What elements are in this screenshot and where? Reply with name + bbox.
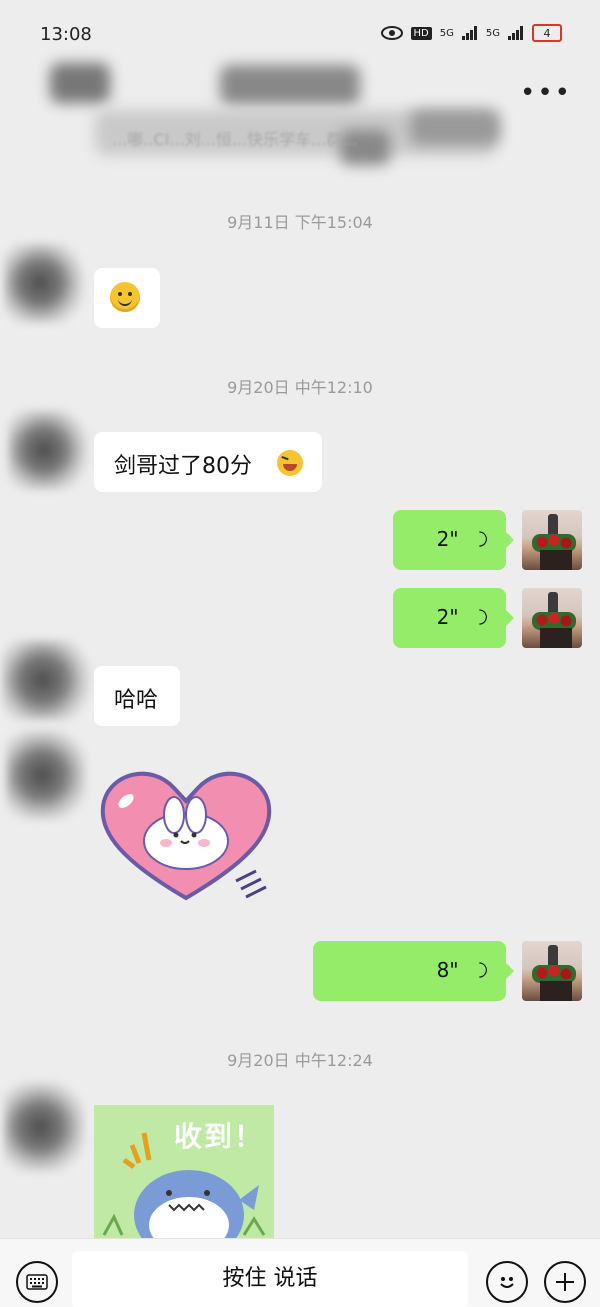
time-label: 9月20日 中午12:24 xyxy=(227,1051,373,1070)
blurred-title xyxy=(50,63,110,103)
voice-wave-icon: ◡ xyxy=(465,530,490,548)
time-label: 9月11日 下午15:04 xyxy=(227,213,373,232)
signal-icon xyxy=(461,26,477,40)
avatar[interactable] xyxy=(2,640,92,720)
time-label: 9月20日 中午12:10 xyxy=(227,378,373,397)
blurred-title xyxy=(220,65,360,105)
emoji-button[interactable] xyxy=(486,1261,528,1303)
more-button[interactable]: ••• xyxy=(520,78,572,108)
signal-icon xyxy=(508,26,523,40)
avatar[interactable] xyxy=(4,243,84,323)
hd-badge: HD xyxy=(410,26,432,40)
heart-bunny-sticker[interactable] xyxy=(96,763,276,913)
voice-duration: 2" xyxy=(436,527,459,551)
keyboard-icon xyxy=(26,1274,48,1290)
avatar[interactable] xyxy=(4,1082,84,1172)
voice-content: 2" ◡ xyxy=(436,605,490,629)
voice-duration: 2" xyxy=(436,605,459,629)
my-avatar[interactable] xyxy=(522,588,582,648)
status-time: 13:08 xyxy=(40,24,92,45)
chat-header xyxy=(0,55,600,175)
shark-received-sticker[interactable]: 收到！ xyxy=(94,1105,274,1240)
laughing-tears-icon xyxy=(277,450,303,476)
eye-icon xyxy=(380,26,403,40)
voice-duration: 8" xyxy=(436,958,459,982)
signal-label-2: 5G xyxy=(485,27,500,39)
avatar[interactable] xyxy=(8,410,88,490)
shark-sticker-art xyxy=(102,1132,266,1240)
blurred-title xyxy=(410,110,500,145)
voice-wave-icon: ◡ xyxy=(465,961,490,979)
plus-button[interactable] xyxy=(544,1261,586,1303)
message-text: 剑哥过了80分 xyxy=(114,454,252,479)
my-avatar[interactable] xyxy=(522,941,582,1001)
battery-icon: 4 xyxy=(532,24,562,42)
voice-content: 8" ◡ xyxy=(436,958,490,982)
voice-content: 2" ◡ xyxy=(436,527,490,551)
chat-title: ...哪..CI...刘...恒...快乐学车...群... xyxy=(112,130,358,149)
message-text: 哈哈 xyxy=(114,688,159,713)
voice-message-bubble[interactable]: 2" ◡ xyxy=(393,510,514,570)
bottom-input-bar: 按住 说话 xyxy=(0,1238,600,1307)
hold-to-talk-button[interactable]: 按住 说话 xyxy=(72,1251,468,1307)
message-bubble[interactable]: 剑哥过了80分 xyxy=(94,432,322,492)
message-bubble[interactable]: 哈哈 xyxy=(94,666,180,726)
emoji-icon xyxy=(500,1277,514,1288)
status-icons: HD 5G 5G 4 xyxy=(380,24,562,42)
plus-icon xyxy=(556,1273,574,1291)
my-avatar[interactable] xyxy=(522,510,582,570)
voice-message-bubble[interactable]: 8" ◡ xyxy=(313,941,514,1001)
voice-wave-icon: ◡ xyxy=(465,608,490,626)
signal-label-1: 5G xyxy=(439,27,454,39)
smile-icon xyxy=(110,282,140,312)
voice-message-bubble[interactable]: 2" ◡ xyxy=(393,588,514,648)
avatar[interactable] xyxy=(6,730,86,820)
keyboard-button[interactable] xyxy=(16,1261,58,1303)
heart-bunny-sticker-art xyxy=(100,771,272,901)
